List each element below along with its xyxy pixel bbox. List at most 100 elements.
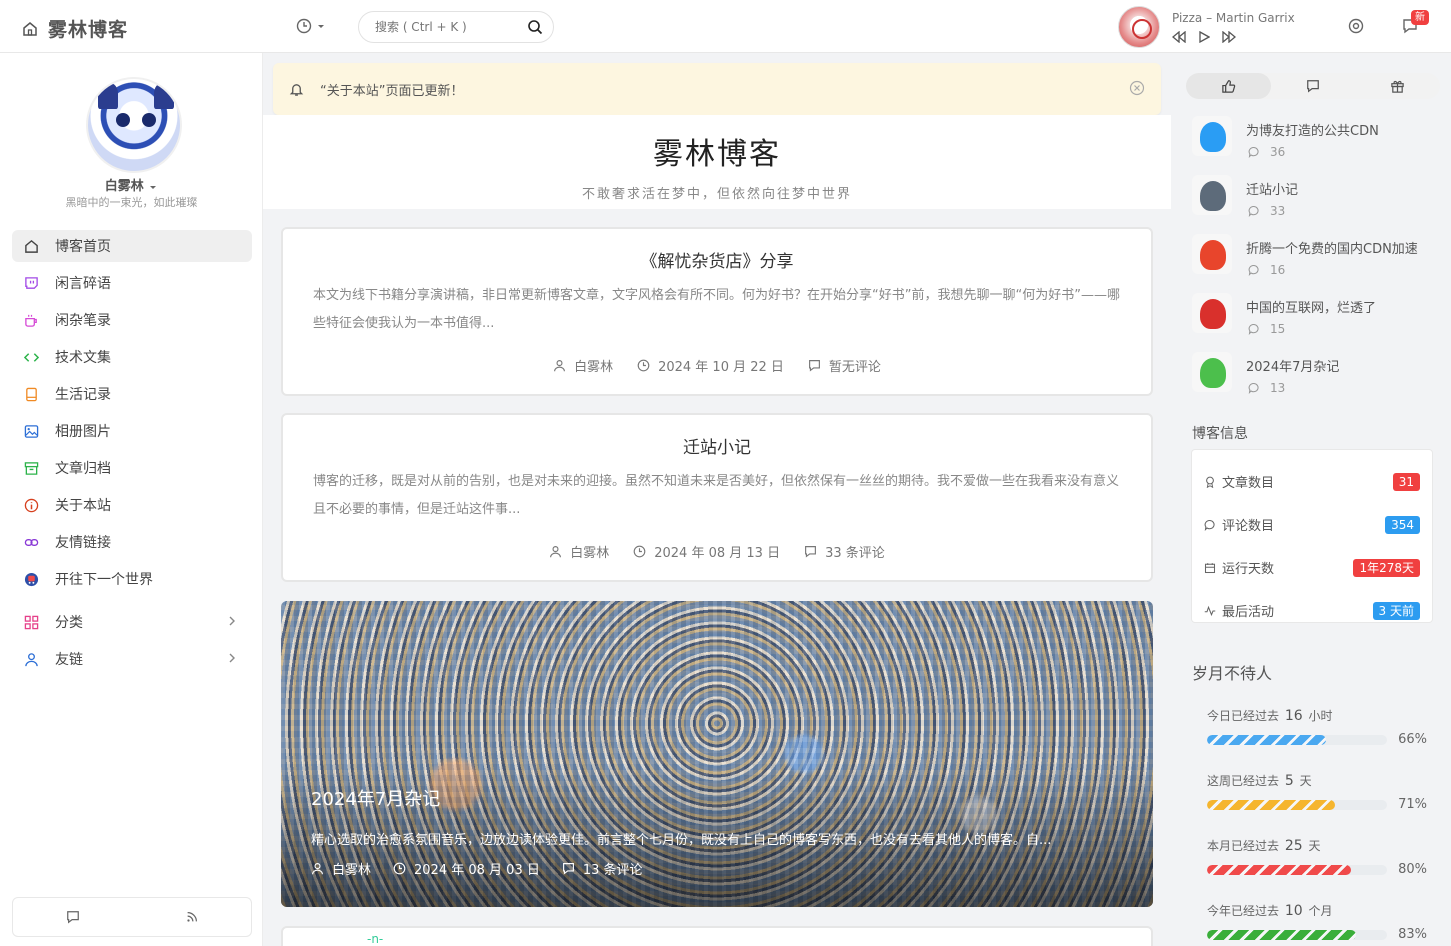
post-title[interactable]: 迁站小记 bbox=[283, 433, 1151, 458]
sidebar-item-gallery[interactable]: 相册图片 bbox=[12, 415, 252, 447]
tab-random[interactable] bbox=[1355, 73, 1440, 99]
sidebar-item-chatter[interactable]: 闲言碎语 bbox=[12, 267, 252, 299]
hot-post-title[interactable]: 折腾一个免费的国内CDN加速 bbox=[1246, 238, 1432, 257]
info-label: 评论数目 bbox=[1222, 519, 1275, 534]
sidebar-item-categories[interactable]: 分类 bbox=[12, 606, 252, 638]
tab-hot[interactable] bbox=[1186, 73, 1271, 99]
comment-icon bbox=[562, 862, 575, 875]
sidebar-item-archive[interactable]: 文章归档 bbox=[12, 452, 252, 484]
search-box[interactable] bbox=[358, 11, 554, 43]
hot-post-title[interactable]: 2024年7月杂记 bbox=[1246, 356, 1432, 375]
sidebar-item-tech[interactable]: 技术文集 bbox=[12, 341, 252, 373]
sidebar-item-home[interactable]: 博客首页 bbox=[12, 230, 252, 262]
post-date: 2024 年 08 月 13 日 bbox=[654, 546, 781, 561]
previous-icon[interactable] bbox=[1172, 31, 1186, 43]
progress-prefix: 这周已经过去 bbox=[1207, 774, 1280, 788]
featured-post-card[interactable]: 2024年7月杂记 精心选取的治愈系氛围音乐，边放边读体验更佳。前言整个七月份，… bbox=[281, 601, 1153, 907]
sidebar-item-label: 博客首页 bbox=[55, 239, 111, 255]
post-title[interactable]: 2024年7月杂记 bbox=[311, 785, 440, 811]
comment-icon bbox=[1204, 519, 1216, 531]
tab-comments[interactable] bbox=[1271, 73, 1356, 99]
comment-count-value: 13 bbox=[1270, 381, 1286, 395]
progress-track bbox=[1207, 734, 1387, 745]
theme-toggle[interactable] bbox=[296, 18, 326, 34]
next-icon[interactable] bbox=[1222, 31, 1236, 43]
progress-label: 今日已经过去 16 小时 bbox=[1207, 707, 1427, 724]
post-meta: 白雾林 2024 年 08 月 13 日 33 条评论 bbox=[283, 542, 1151, 561]
hero: 雾林博客 不敢奢求活在梦中，但依然向往梦中世界 bbox=[263, 115, 1171, 209]
post-card[interactable]: 《解忧杂货店》分享 本文为线下书籍分享演讲稿，非日常更新博客文章，文字风格会有所… bbox=[281, 227, 1153, 396]
post-author[interactable]: 白雾林 bbox=[332, 859, 371, 878]
comment-icon bbox=[1248, 264, 1260, 276]
sidebar-item-links[interactable]: 友链 bbox=[12, 643, 252, 675]
post-comments[interactable]: 33 条评论 bbox=[825, 542, 885, 561]
home-icon bbox=[22, 21, 38, 37]
comment-icon bbox=[808, 359, 821, 372]
post-thumbnail bbox=[1192, 234, 1232, 274]
user-icon bbox=[24, 652, 39, 667]
post-title[interactable]: 《解忧杂货店》分享 bbox=[283, 247, 1151, 272]
progress-number: 10 bbox=[1284, 903, 1303, 919]
info-value: 354 bbox=[1385, 515, 1420, 534]
hot-post-title[interactable]: 为博友打造的公共CDN bbox=[1246, 120, 1432, 139]
username[interactable]: 白雾林 bbox=[0, 175, 263, 194]
sidebar-item-travelling[interactable]: 开往下一个世界 bbox=[12, 563, 252, 595]
progress-percent: 66% bbox=[1398, 732, 1427, 747]
comment-count-value: 33 bbox=[1270, 204, 1286, 218]
page-subtitle: 不敢奢求活在梦中，但依然向往梦中世界 bbox=[581, 187, 852, 202]
target-icon[interactable] bbox=[1348, 18, 1364, 34]
brand[interactable]: 雾林博客 bbox=[22, 15, 128, 42]
list-item[interactable]: 折腾一个免费的国内CDN加速 16 bbox=[1192, 234, 1440, 293]
new-badge: 新 bbox=[1411, 10, 1429, 25]
hot-post-title[interactable]: 中国的互联网，烂透了 bbox=[1246, 297, 1432, 316]
album-cover[interactable] bbox=[1118, 6, 1160, 48]
sidebar-item-label: 生活记录 bbox=[55, 387, 111, 403]
comment-count: 33 bbox=[1246, 204, 1432, 218]
play-icon[interactable] bbox=[1198, 31, 1210, 43]
close-icon[interactable] bbox=[1129, 80, 1145, 96]
info-row-days: 运行天数 1年278天 bbox=[1192, 546, 1432, 589]
comment-count: 36 bbox=[1246, 145, 1432, 159]
post-author[interactable]: 白雾林 bbox=[570, 542, 609, 561]
post-meta: 白雾林 2024 年 10 月 22 日 暂无评论 bbox=[283, 356, 1151, 375]
rss-icon[interactable] bbox=[185, 910, 199, 924]
sidebar-item-friends[interactable]: 友情链接 bbox=[12, 526, 252, 558]
post-card[interactable]: 迁站小记 博客的迁移，既是对从前的告别，也是对未来的迎接。虽然不知道未来是否美好… bbox=[281, 413, 1153, 582]
chevron-right-icon bbox=[226, 615, 238, 627]
search-input[interactable] bbox=[375, 20, 515, 34]
list-item[interactable]: 2024年7月杂记 13 bbox=[1192, 352, 1440, 411]
post-card[interactable] bbox=[281, 926, 1153, 946]
comment-icon bbox=[1306, 79, 1320, 93]
notice-bar: “关于本站”页面已更新！ bbox=[273, 63, 1161, 115]
username-text: 白雾林 bbox=[104, 179, 144, 194]
sidebar-item-notes[interactable]: 闲杂笔录 bbox=[12, 304, 252, 336]
progress-track bbox=[1207, 799, 1387, 810]
list-item[interactable]: 中国的互联网，烂透了 15 bbox=[1192, 293, 1440, 352]
song-title: Pizza – Martin Garrix bbox=[1172, 11, 1295, 25]
avatar[interactable] bbox=[86, 77, 182, 173]
sidebar-item-about[interactable]: 关于本站 bbox=[12, 489, 252, 521]
clock-icon bbox=[633, 545, 646, 558]
thumbs-up-icon bbox=[1221, 79, 1236, 94]
post-excerpt: 精心选取的治愈系氛围音乐，边放边读体验更佳。前言整个七月份，既没有上自己的博客写… bbox=[311, 833, 1052, 848]
archive-icon bbox=[24, 461, 39, 476]
list-item[interactable]: 为博友打造的公共CDN 36 bbox=[1192, 116, 1440, 175]
top-bar: 雾林博客 Pizza – Martin Garrix bbox=[0, 0, 1451, 53]
comment-icon[interactable] bbox=[66, 910, 80, 924]
search-icon[interactable] bbox=[527, 19, 543, 35]
progress-prefix: 本月已经过去 bbox=[1207, 839, 1280, 853]
post-comments[interactable]: 13 条评论 bbox=[583, 859, 643, 878]
train-icon bbox=[24, 572, 39, 587]
progress-year: 今年已经过去 10 个月 83% bbox=[1207, 902, 1427, 942]
progress-prefix: 今年已经过去 bbox=[1207, 904, 1280, 918]
comment-icon bbox=[1248, 323, 1260, 335]
post-excerpt: 本文为线下书籍分享演讲稿，非日常更新博客文章，文字风格会有所不同。何为好书？在开… bbox=[313, 288, 1120, 331]
caret-down-icon bbox=[316, 21, 326, 31]
post-author[interactable]: 白雾林 bbox=[574, 356, 613, 375]
list-item[interactable]: 迁站小记 33 bbox=[1192, 175, 1440, 234]
motto: 黑暗中的一束光，如此璀璨 bbox=[65, 196, 198, 209]
progress-label: 今年已经过去 10 个月 bbox=[1207, 902, 1427, 919]
hot-post-title[interactable]: 迁站小记 bbox=[1246, 179, 1432, 198]
post-comments[interactable]: 暂无评论 bbox=[829, 356, 881, 375]
sidebar-item-life[interactable]: 生活记录 bbox=[12, 378, 252, 410]
